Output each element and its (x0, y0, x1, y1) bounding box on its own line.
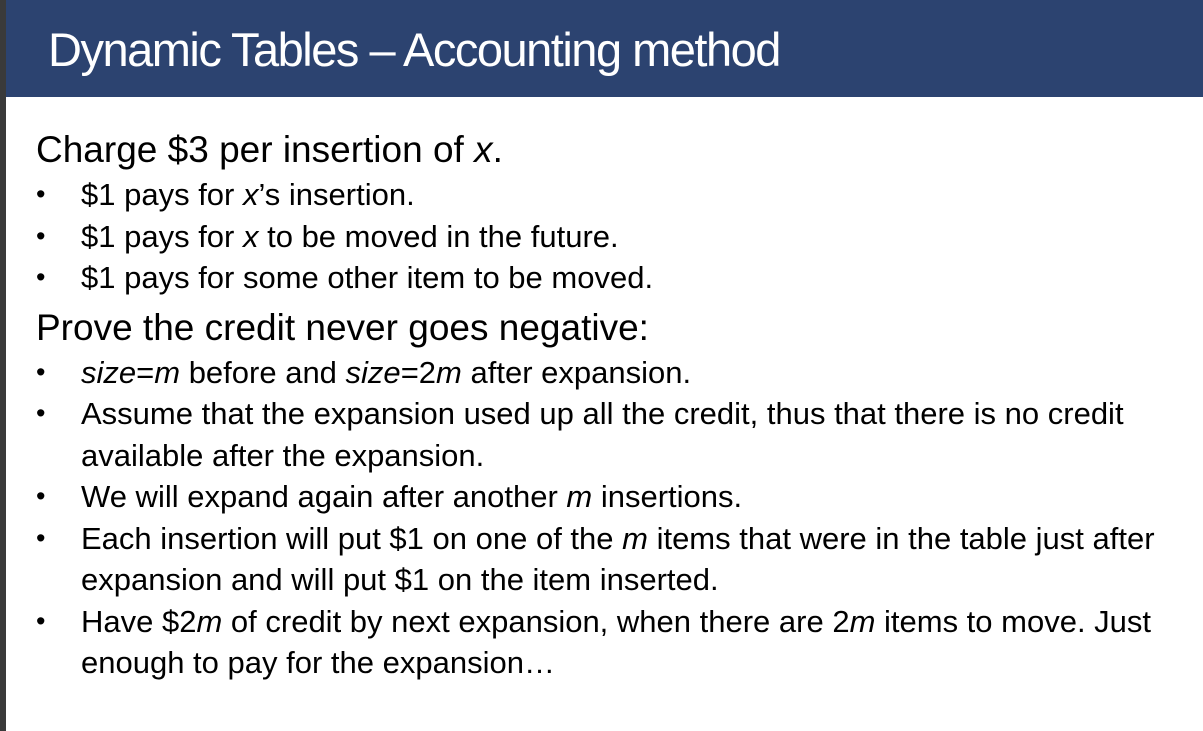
text: Each insertion will put $1 on one of the (81, 520, 623, 556)
bullet-dot-icon: • (36, 220, 46, 251)
list-item: • size=m before and size=2m after expansi… (36, 352, 1186, 394)
italic-var: m (566, 479, 593, 514)
text: insertions. (592, 479, 743, 514)
italic-var: x (242, 218, 259, 254)
proof-bullet-list: • size=m before and size=2m after expansi… (36, 352, 1186, 684)
text: ’s insertion. (258, 177, 415, 212)
text: Assume that the expansion used up all th… (81, 396, 1124, 473)
text: after expansion. (461, 354, 692, 390)
italic-var: m (436, 354, 462, 390)
italic-var: m (196, 603, 223, 639)
italic-var: m (622, 520, 648, 556)
left-edge-border (0, 0, 6, 731)
bullet-dot-icon: • (36, 356, 46, 387)
list-item: • $1 pays for x’s insertion. (36, 174, 1186, 216)
italic-var: m (849, 603, 876, 639)
bullet-dot-icon: • (36, 179, 46, 209)
text: $1 pays for (81, 177, 243, 212)
list-item: • Have $2m of credit by next expansion, w… (36, 601, 1186, 684)
text: We will expand again after another (81, 479, 567, 514)
text: $1 pays for some other item to be moved. (81, 260, 654, 295)
italic-var: size (345, 354, 401, 390)
italic-var: x (242, 177, 259, 212)
list-item: • $1 pays for x to be moved in the future… (36, 216, 1186, 258)
slide-content: Charge $3 per insertion of x. • $1 pays f… (36, 126, 1186, 684)
text: before and (180, 354, 346, 390)
list-item: • Each insertion will put $1 on one of th… (36, 518, 1186, 601)
text: Have $2 (81, 603, 197, 639)
heading-text-end: . (492, 129, 503, 170)
list-item: • Assume that the expansion used up all t… (36, 393, 1186, 476)
italic-var: size (81, 354, 137, 390)
italic-var: m (154, 354, 181, 390)
title-bar: Dynamic Tables – Accounting method (6, 0, 1203, 97)
text: to be moved in the future. (258, 218, 619, 254)
bullet-dot-icon: • (36, 522, 46, 553)
bullet-dot-icon: • (36, 481, 46, 511)
bullet-dot-icon: • (36, 605, 46, 636)
section-heading-charge: Charge $3 per insertion of x. (36, 126, 1186, 174)
list-item: • We will expand again after another m in… (36, 476, 1186, 518)
section-heading-prove: Prove the credit never goes negative: (36, 306, 649, 348)
text: = (136, 354, 155, 390)
slide-title: Dynamic Tables – Accounting method (48, 23, 781, 76)
text: =2 (400, 354, 437, 390)
heading-italic-x: x (474, 129, 493, 170)
charge-bullet-list: • $1 pays for x’s insertion. • $1 pays for… (36, 174, 1186, 299)
text: of credit by next expansion, when there … (222, 603, 850, 639)
heading-text: Charge $3 per insertion of (36, 129, 475, 170)
text: $1 pays for (81, 218, 243, 254)
bullet-dot-icon: • (36, 262, 46, 292)
list-item: • $1 pays for some other item to be moved… (36, 257, 1186, 299)
bullet-dot-icon: • (36, 398, 46, 428)
